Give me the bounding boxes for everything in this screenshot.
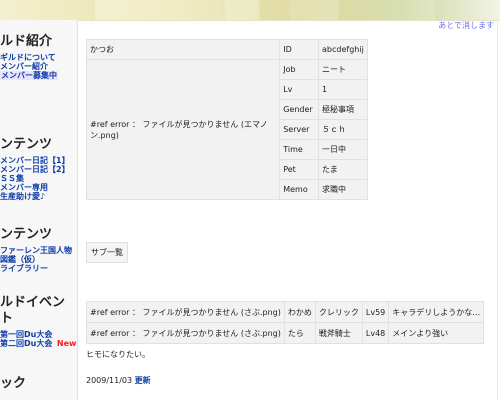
profile-row: かつお ID abcdefghij [85,39,368,60]
sub-list-tab[interactable]: サブ一覧 [86,242,128,263]
subs-table: #ref error ： ファイルが見つかりません (さぶ.png) わかめ ク… [86,301,485,344]
profile-value: たま [318,159,368,180]
sidebar-item[interactable]: 図鑑（仮） [0,255,77,264]
profile-value: 一日中 [318,139,368,160]
sub-name: たら [283,322,316,344]
sidebar-list: ギルドについて メンバー紹介 メンバー募集中 [0,53,77,80]
new-badge: New [56,339,77,348]
sidebar-section-contents-2: ンテンツ ファーレン王国人物 図鑑（仮） ライブラリー [0,227,77,273]
profile-value: abcdefghij [318,39,368,60]
sidebar-list: メンバー日記【1】 メンバー日記【2】 ＳＳ集 メンバー専用 生産助け愛♪ [0,156,77,201]
sub-level: Lv48 [361,322,390,344]
updated-line: 2009/11/03 更新 [86,375,151,386]
sidebar-link-guild-about[interactable]: ギルドについて [0,53,56,62]
profile-value: ニート [318,59,368,80]
sub-list-tab-label: サブ一覧 [91,248,123,257]
sidebar-link-faren-people[interactable]: ファーレン王国人物 [0,246,72,255]
sidebar-link-ss[interactable]: ＳＳ集 [0,174,24,183]
table-row: #ref error ： ファイルが見つかりません (さぶ.png) わかめ ク… [86,301,485,323]
sub-job: 戦斧騎士 [314,322,363,344]
sidebar-item[interactable]: ギルドについて [0,53,77,62]
profile-value: 極秘事項 [318,99,368,120]
profile-value: 1 [318,79,368,100]
sidebar-item[interactable]: 第二回Du大会 New [0,339,77,348]
sub-name: わかめ [283,301,316,323]
sidebar-section-title: ンテンツ [0,137,53,152]
profile-key: Job [279,59,320,80]
sidebar-section-guild-events: ルドイベント 第一回Du大会 第二回Du大会 New [0,295,77,348]
sidebar-link-production-help[interactable]: 生産助け愛♪ [0,192,45,201]
left-sidebar: ルド紹介 ギルドについて メンバー紹介 メンバー募集中 ンテンツ メンバー日記【… [0,20,78,400]
sidebar-link-du-1[interactable]: 第一回Du大会 [0,330,52,339]
profile-key: Gender [279,99,320,120]
sidebar-link-members-only[interactable]: メンバー専用 [0,183,48,192]
sidebar-list: 第一回Du大会 第二回Du大会 New [0,330,77,348]
sidebar-link-diary-1[interactable]: メンバー日記【1】 [0,156,70,165]
profile-avatar-error: #ref error ： ファイルが見つかりません (エマノン.png) [85,59,281,200]
sidebar-item[interactable]: メンバー専用 [0,183,77,192]
profile-value: 求職中 [318,179,368,200]
sidebar-item[interactable]: メンバー募集中 [0,71,77,80]
table-row: #ref error ： ファイルが見つかりません (さぶ.png) たら 戦斧… [86,322,485,344]
sidebar-link-member-intro[interactable]: メンバー紹介 [0,62,48,71]
page-note: ヒモになりたい。 [86,350,150,359]
profile-key: ID [279,39,320,60]
profile-key: Memo [279,179,320,200]
sub-level: Lv59 [361,301,390,323]
sidebar-item[interactable]: メンバー紹介 [0,62,77,71]
sub-image-error: #ref error ： ファイルが見つかりません (さぶ.png) [86,301,285,323]
sidebar-item[interactable]: ライブラリー [0,264,77,273]
profile-key: Server [279,119,320,140]
profile-key: Lv [279,79,320,100]
sidebar-list: ファーレン王国人物 図鑑（仮） ライブラリー [0,246,77,273]
sidebar-link-du-2[interactable]: 第二回Du大会 [0,339,52,348]
sidebar-section-title: ルド紹介 [0,34,53,49]
sidebar-item[interactable]: メンバー日記【1】 [0,156,77,165]
sidebar-item[interactable]: ＳＳ集 [0,174,77,183]
sidebar-link-library[interactable]: ライブラリー [0,264,48,273]
sidebar-item[interactable]: メンバー日記【2】 [0,165,77,174]
updated-link[interactable]: 更新 [135,376,151,385]
profile-key: Time [279,139,320,160]
sub-memo: キャラデリしようかな… [388,301,485,323]
profile-row: #ref error ： ファイルが見つかりません (エマノン.png) Job… [85,59,368,200]
top-banner [0,0,500,21]
sidebar-section-bottom: ック [0,376,77,392]
main-content: かつお ID abcdefghij #ref error ： ファイルが見つかり… [85,20,500,400]
sidebar-section-contents-1: ンテンツ メンバー日記【1】 メンバー日記【2】 ＳＳ集 メンバー専用 生産助け… [0,137,77,201]
profile-key: Pet [279,159,320,180]
sidebar-link-recruiting[interactable]: メンバー募集中 [0,71,58,80]
sidebar-item[interactable]: ファーレン王国人物 [0,246,77,255]
updated-date: 2009/11/03 [86,376,133,385]
profile-value: ５ｃｈ [318,119,368,140]
sidebar-section-title: ルドイベント [0,295,66,326]
sidebar-section-guild-intro: ルド紹介 ギルドについて メンバー紹介 メンバー募集中 [0,34,77,80]
right-edge-rule [497,20,498,400]
sidebar-section-title: ンテンツ [0,227,53,242]
sidebar-item[interactable]: 生産助け愛♪ [0,192,77,201]
sidebar-link-diary-2[interactable]: メンバー日記【2】 [0,165,70,174]
profile-table: かつお ID abcdefghij #ref error ： ファイルが見つかり… [85,39,368,200]
sub-job: クレリック [314,301,363,323]
sidebar-section-title: ック [0,376,27,391]
sub-memo: メインより強い [388,322,485,344]
sidebar-link-encyclopedia[interactable]: 図鑑（仮） [0,255,40,264]
sidebar-item[interactable]: 第一回Du大会 [0,330,77,339]
profile-name: かつお [85,39,281,60]
sub-image-error: #ref error ： ファイルが見つかりません (さぶ.png) [86,322,285,344]
